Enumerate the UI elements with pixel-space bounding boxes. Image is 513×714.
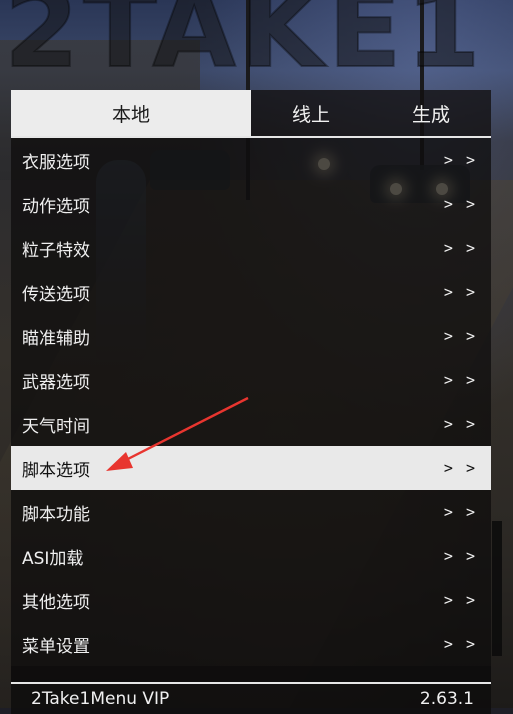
- menu-item-label: 脚本功能: [22, 504, 90, 525]
- menu-item-label: 天气时间: [22, 416, 90, 437]
- submenu-arrow-icon: > >: [443, 635, 477, 653]
- menu-item-animations[interactable]: 动作选项 > >: [11, 182, 491, 226]
- menu-item-label: 武器选项: [22, 372, 90, 393]
- menu-item-settings[interactable]: 菜单设置 > >: [11, 622, 491, 666]
- submenu-arrow-icon: > >: [443, 195, 477, 213]
- list-bottom-padding: [11, 666, 491, 682]
- menu-item-clothing[interactable]: 衣服选项 > >: [11, 138, 491, 182]
- menu-item-aim-assist[interactable]: 瞄准辅助 > >: [11, 314, 491, 358]
- menu-title: 2Take1Menu VIP: [31, 689, 170, 709]
- menu-footer: 2Take1Menu VIP 2.63.1: [11, 682, 491, 714]
- submenu-arrow-icon: > >: [443, 459, 477, 477]
- menu-item-script-options[interactable]: 脚本选项 > >: [11, 446, 491, 490]
- menu-item-label: 菜单设置: [22, 636, 90, 657]
- menu-item-weather-time[interactable]: 天气时间 > >: [11, 402, 491, 446]
- menu-item-label: 脚本选项: [22, 460, 90, 481]
- menu-list: 衣服选项 > > 动作选项 > > 粒子特效 > > 传送选项 > > 瞄准辅助…: [11, 138, 491, 682]
- submenu-arrow-icon: > >: [443, 327, 477, 345]
- menu-item-particles[interactable]: 粒子特效 > >: [11, 226, 491, 270]
- menu-item-other[interactable]: 其他选项 > >: [11, 578, 491, 622]
- submenu-arrow-icon: > >: [443, 503, 477, 521]
- menu-item-script-features[interactable]: 脚本功能 > >: [11, 490, 491, 534]
- menu-logo: 2TAKE1: [3, 0, 485, 92]
- menu-item-weapons[interactable]: 武器选项 > >: [11, 358, 491, 402]
- scrollbar[interactable]: [492, 521, 502, 656]
- menu-item-label: 瞄准辅助: [22, 328, 90, 349]
- menu-version: 2.63.1: [419, 689, 474, 709]
- menu-item-teleport[interactable]: 传送选项 > >: [11, 270, 491, 314]
- submenu-arrow-icon: > >: [443, 283, 477, 301]
- mod-menu: 本地 线上 生成 衣服选项 > > 动作选项 > > 粒子特效 > > 传送选项…: [11, 90, 491, 714]
- menu-item-label: ASI加载: [22, 548, 84, 569]
- tab-online[interactable]: 线上: [251, 90, 371, 136]
- tab-spawn[interactable]: 生成: [371, 90, 491, 136]
- menu-item-label: 粒子特效: [22, 240, 90, 261]
- submenu-arrow-icon: > >: [443, 151, 477, 169]
- tab-bar: 本地 线上 生成: [11, 90, 491, 136]
- menu-item-label: 其他选项: [22, 592, 90, 613]
- submenu-arrow-icon: > >: [443, 371, 477, 389]
- submenu-arrow-icon: > >: [443, 591, 477, 609]
- submenu-arrow-icon: > >: [443, 239, 477, 257]
- menu-item-label: 传送选项: [22, 284, 90, 305]
- tab-local[interactable]: 本地: [11, 90, 251, 136]
- menu-item-asi-loader[interactable]: ASI加载 > >: [11, 534, 491, 578]
- submenu-arrow-icon: > >: [443, 547, 477, 565]
- menu-item-label: 动作选项: [22, 196, 90, 217]
- submenu-arrow-icon: > >: [443, 415, 477, 433]
- menu-item-label: 衣服选项: [22, 152, 90, 173]
